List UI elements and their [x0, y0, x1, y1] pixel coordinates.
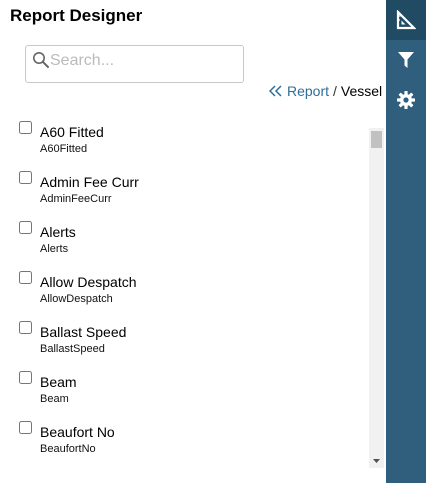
- breadcrumb: Report / Vessel: [269, 83, 382, 99]
- list-item[interactable]: Beaufort No BeaufortNo: [0, 415, 368, 465]
- field-key: AllowDespatch: [40, 293, 113, 305]
- field-checkbox[interactable]: [19, 221, 32, 234]
- breadcrumb-separator: /: [333, 83, 337, 99]
- field-key: Beam: [40, 393, 69, 405]
- field-list: A60 Fitted A60Fitted Admin Fee Curr Admi…: [0, 115, 368, 468]
- scroll-down-arrow-icon[interactable]: [369, 454, 384, 468]
- field-label: Alerts: [40, 224, 76, 240]
- gear-icon: [397, 91, 415, 109]
- field-key: BallastSpeed: [40, 343, 105, 355]
- search-box[interactable]: [25, 45, 244, 83]
- breadcrumb-current: Vessel: [340, 83, 383, 99]
- list-scrollbar[interactable]: [369, 128, 384, 468]
- list-item[interactable]: Allow Despatch AllowDespatch: [0, 265, 368, 315]
- field-label: A60 Fitted: [40, 124, 104, 140]
- filter-button[interactable]: [386, 40, 426, 80]
- field-label: Beam: [40, 374, 77, 390]
- report-designer-panel: Report Designer Report/Vessel A60 Fitted…: [0, 0, 426, 483]
- side-rail: [386, 0, 426, 483]
- field-key: A60Fitted: [40, 143, 88, 155]
- field-key: AdminFeeCurr: [40, 193, 112, 205]
- field-label: Ballast Speed: [40, 324, 127, 340]
- list-item[interactable]: Admin Fee Curr AdminFeeCurr: [0, 165, 368, 215]
- double-chevron-left-icon[interactable]: [269, 85, 283, 97]
- search-input[interactable]: [50, 49, 238, 73]
- list-item[interactable]: Alerts Alerts: [0, 215, 368, 265]
- settings-button[interactable]: [386, 80, 426, 120]
- field-checkbox[interactable]: [19, 271, 32, 284]
- list-item[interactable]: Ballast Speed BallastSpeed: [0, 315, 368, 365]
- layout-button[interactable]: [386, 0, 426, 40]
- field-key: BeaufortNo: [40, 443, 96, 455]
- search-icon: [33, 52, 49, 68]
- filter-icon: [398, 52, 414, 68]
- list-item[interactable]: A60 Fitted A60Fitted: [0, 115, 368, 165]
- list-item[interactable]: Beam Beam: [0, 365, 368, 415]
- field-checkbox[interactable]: [19, 321, 32, 334]
- field-checkbox[interactable]: [19, 121, 32, 134]
- field-checkbox[interactable]: [19, 171, 32, 184]
- field-checkbox[interactable]: [19, 371, 32, 384]
- scrollbar-thumb[interactable]: [371, 131, 382, 148]
- field-key: Alerts: [40, 243, 69, 255]
- field-label: Beaufort No: [40, 424, 115, 440]
- field-label: Allow Despatch: [40, 274, 137, 290]
- field-label: Admin Fee Curr: [40, 174, 139, 190]
- field-picker: Report Designer Report/Vessel A60 Fitted…: [0, 0, 386, 483]
- ruler-triangle-icon: [396, 10, 416, 30]
- breadcrumb-report-link[interactable]: Report: [287, 83, 329, 99]
- field-checkbox[interactable]: [19, 421, 32, 434]
- page-title: Report Designer: [10, 6, 143, 25]
